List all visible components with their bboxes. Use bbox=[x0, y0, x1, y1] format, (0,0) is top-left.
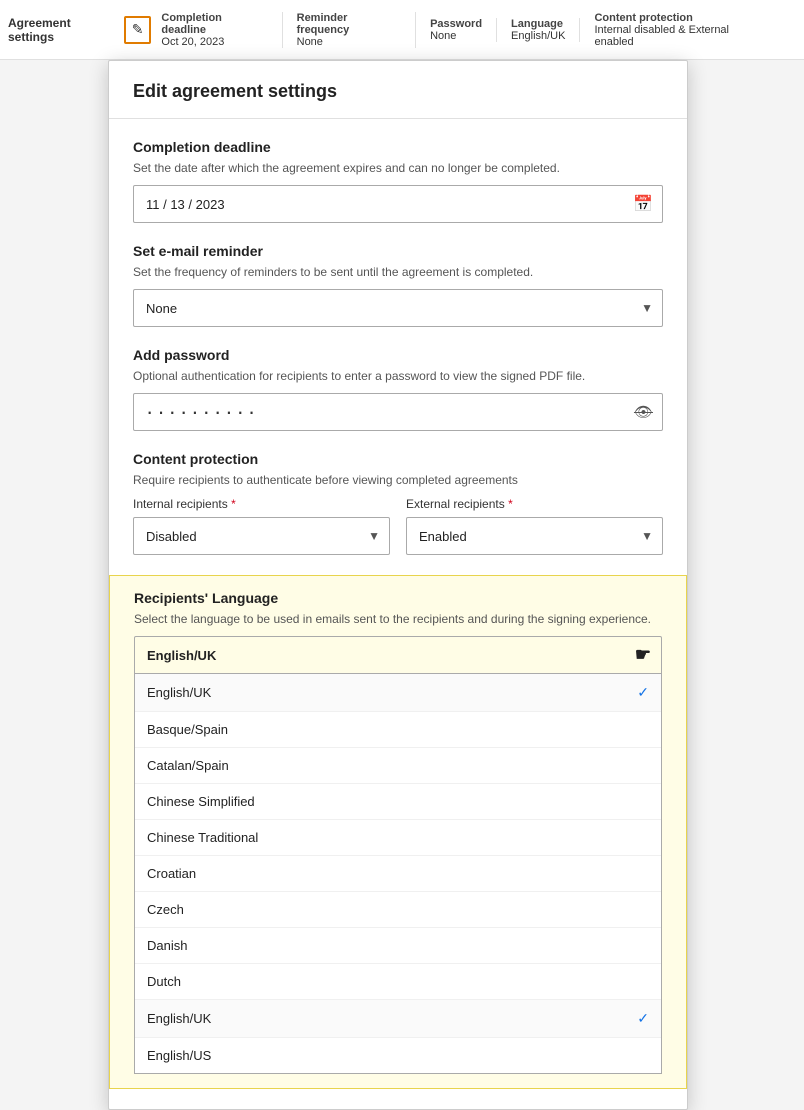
password-value: None bbox=[430, 30, 482, 42]
language-option[interactable]: Danish bbox=[135, 928, 661, 964]
completion-deadline-section: Completion deadline Set the date after w… bbox=[133, 139, 663, 223]
topbar-password: Password None bbox=[430, 18, 497, 42]
checkmark-icon: ✓ bbox=[637, 1010, 649, 1027]
calendar-icon[interactable]: 📅 bbox=[633, 194, 653, 214]
topbar-reminder-frequency: Reminder frequency None bbox=[297, 12, 416, 48]
edit-icon: ✎ bbox=[132, 21, 144, 38]
language-option[interactable]: English/US bbox=[135, 1038, 661, 1074]
reminder-select-wrap: None Daily Weekly Monthly ▼ bbox=[133, 289, 663, 327]
completion-deadline-section-title: Completion deadline bbox=[133, 139, 663, 155]
completion-deadline-section-desc: Set the date after which the agreement e… bbox=[133, 161, 663, 175]
reminder-frequency-value: None bbox=[297, 36, 401, 48]
language-option-name: English/UK bbox=[147, 1011, 211, 1026]
language-option[interactable]: Croatian bbox=[135, 856, 661, 892]
language-option-name: Croatian bbox=[147, 866, 196, 881]
recipients-language-section: Recipients' Language Select the language… bbox=[109, 575, 687, 1089]
content-protection-title: Content protection bbox=[133, 451, 663, 467]
date-input-wrap: 11 / 13 / 2023 📅 bbox=[133, 185, 663, 223]
eye-icon[interactable]: 👁 bbox=[634, 403, 653, 421]
email-reminder-title: Set e-mail reminder bbox=[133, 243, 663, 259]
completion-deadline-label: Completion deadline bbox=[161, 12, 267, 36]
content-protection-value: Internal disabled & External enabled bbox=[594, 24, 768, 48]
password-input[interactable]: ·········· bbox=[133, 393, 663, 431]
language-option-name: Basque/Spain bbox=[147, 722, 228, 737]
edit-agreement-settings-button[interactable]: ✎ bbox=[124, 16, 152, 44]
internal-recipients-select[interactable]: Disabled Enabled bbox=[133, 517, 390, 555]
language-option[interactable]: Chinese Traditional bbox=[135, 820, 661, 856]
password-input-wrap: ·········· 👁 bbox=[133, 393, 663, 431]
language-option[interactable]: Czech bbox=[135, 892, 661, 928]
external-select-wrap: Disabled Enabled ▼ bbox=[406, 517, 663, 555]
language-option[interactable]: Dutch bbox=[135, 964, 661, 1000]
internal-required-star: * bbox=[231, 497, 236, 511]
language-option[interactable]: English/UK ✓ bbox=[135, 674, 661, 712]
date-input[interactable]: 11 / 13 / 2023 bbox=[133, 185, 663, 223]
reminder-frequency-label: Reminder frequency bbox=[297, 12, 401, 36]
language-option-name: Dutch bbox=[147, 974, 181, 989]
internal-recipients-label: Internal recipients * bbox=[133, 497, 390, 511]
internal-recipients-col: Internal recipients * Disabled Enabled ▼ bbox=[133, 497, 390, 555]
topbar-content-protection: Content protection Internal disabled & E… bbox=[594, 12, 782, 48]
language-selected-display[interactable]: English/UK ☛ bbox=[134, 636, 662, 674]
completion-deadline-value: Oct 20, 2023 bbox=[161, 36, 267, 48]
language-option-name: Chinese Simplified bbox=[147, 794, 255, 809]
password-label: Password bbox=[430, 18, 482, 30]
language-section-title: Recipients' Language bbox=[134, 590, 662, 606]
content-protection-label: Content protection bbox=[594, 12, 768, 24]
hand-cursor-icon: ☛ bbox=[635, 645, 651, 666]
reminder-frequency-select[interactable]: None Daily Weekly Monthly bbox=[133, 289, 663, 327]
language-option-name: English/UK bbox=[147, 685, 211, 700]
modal-body: Completion deadline Set the date after w… bbox=[109, 119, 687, 1109]
external-required-star: * bbox=[508, 497, 513, 511]
language-option[interactable]: Catalan/Spain bbox=[135, 748, 661, 784]
date-value: 11 / 13 / 2023 bbox=[146, 197, 225, 212]
topbar-completion-deadline: Completion deadline Oct 20, 2023 bbox=[161, 12, 282, 48]
email-reminder-desc: Set the frequency of reminders to be sen… bbox=[133, 265, 663, 279]
language-option[interactable]: Basque/Spain bbox=[135, 712, 661, 748]
password-dots-display: ·········· bbox=[146, 399, 259, 425]
language-option-name: Chinese Traditional bbox=[147, 830, 258, 845]
external-recipients-select[interactable]: Disabled Enabled bbox=[406, 517, 663, 555]
edit-agreement-settings-modal: Edit agreement settings Completion deadl… bbox=[108, 60, 688, 1110]
external-recipients-label: External recipients * bbox=[406, 497, 663, 511]
topbar-language: Language English/UK bbox=[511, 18, 580, 42]
checkmark-icon: ✓ bbox=[637, 684, 649, 701]
content-protection-desc: Require recipients to authenticate befor… bbox=[133, 473, 663, 487]
modal-title: Edit agreement settings bbox=[109, 61, 687, 119]
language-option-name: Czech bbox=[147, 902, 184, 917]
language-option[interactable]: English/UK ✓ bbox=[135, 1000, 661, 1038]
language-option-name: Danish bbox=[147, 938, 187, 953]
email-reminder-section: Set e-mail reminder Set the frequency of… bbox=[133, 243, 663, 327]
language-option-name: Catalan/Spain bbox=[147, 758, 229, 773]
content-protection-section: Content protection Require recipients to… bbox=[133, 451, 663, 555]
agreement-settings-label: Agreement settings bbox=[8, 16, 118, 44]
language-option[interactable]: Chinese Simplified bbox=[135, 784, 661, 820]
language-value: English/UK bbox=[511, 30, 565, 42]
add-password-section: Add password Optional authentication for… bbox=[133, 347, 663, 431]
selected-language-text: English/UK bbox=[147, 648, 216, 663]
language-option-name: English/US bbox=[147, 1048, 211, 1063]
language-section-desc: Select the language to be used in emails… bbox=[134, 612, 662, 626]
add-password-desc: Optional authentication for recipients t… bbox=[133, 369, 663, 383]
add-password-title: Add password bbox=[133, 347, 663, 363]
external-recipients-col: External recipients * Disabled Enabled ▼ bbox=[406, 497, 663, 555]
top-bar: Agreement settings ✎ Completion deadline… bbox=[0, 0, 804, 60]
recipients-row: Internal recipients * Disabled Enabled ▼… bbox=[133, 497, 663, 555]
internal-select-wrap: Disabled Enabled ▼ bbox=[133, 517, 390, 555]
language-dropdown-list: English/UK ✓ Basque/Spain Catalan/Spain Chin… bbox=[134, 674, 662, 1074]
language-label: Language bbox=[511, 18, 565, 30]
